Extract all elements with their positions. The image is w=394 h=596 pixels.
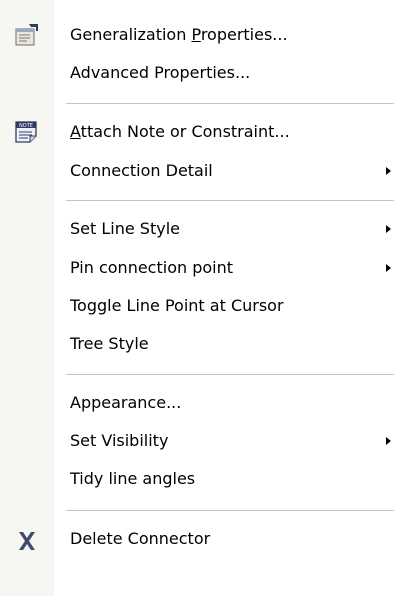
menu-item-set-visibility[interactable]: Set Visibility [0,423,394,459]
menu-item-pin-connection-point[interactable]: Pin connection point [0,250,394,286]
menu-item-label: Delete Connector [70,529,211,548]
menu-item-label: Connection Detail [70,161,213,180]
menu-item-label: Advanced Properties... [70,63,251,82]
menu-item-tidy-line-angles[interactable]: Tidy line angles [0,461,394,497]
note-icon: NOTE [14,120,40,144]
menu-item-generalization-properties[interactable]: Generalization Properties... [0,17,394,53]
menu-item-label: Pin connection point [70,258,234,277]
submenu-arrow-icon [386,167,391,175]
submenu-arrow-icon [386,437,391,445]
menu-item-appearance[interactable]: Appearance... [0,385,394,421]
menu-separator [66,374,394,376]
mnemonic-prefix: Generalization [70,25,192,44]
delete-x-icon [14,529,40,553]
menu-item-delete-connector[interactable]: Delete Connector [0,521,394,557]
menu-item-label: Set Line Style [70,219,180,238]
menu-item-label: Tidy line angles [70,469,196,488]
menu-separator [66,510,394,512]
menu-item-label: Generalization Properties... [70,17,288,53]
menu-item-label: Appearance... [70,393,182,412]
menu-item-tree-style[interactable]: Tree Style [0,326,394,362]
menu-item-advanced-properties[interactable]: Advanced Properties... [0,55,394,91]
mnemonic-suffix: roperties... [200,25,288,44]
menu-item-set-line-style[interactable]: Set Line Style [0,211,394,247]
menu-item-attach-note[interactable]: NOTE Attach Note or Constraint... [0,114,394,150]
menu-item-label: Toggle Line Point at Cursor [70,296,284,315]
menu-item-connection-detail[interactable]: Connection Detail [0,153,394,189]
menu-separator [66,103,394,105]
mnemonic-suffix: ttach Note or Constraint... [80,122,290,141]
submenu-arrow-icon [386,264,391,272]
properties-icon [14,23,40,47]
mnemonic-letter: A [70,122,81,141]
context-menu: Generalization Properties... Advanced Pr… [0,0,394,596]
svg-text:NOTE: NOTE [19,123,33,129]
menu-item-label: Set Visibility [70,431,169,450]
submenu-arrow-icon [386,225,391,233]
menu-item-label: Tree Style [70,334,149,353]
mnemonic-letter: P [191,25,201,44]
menu-item-label: Attach Note or Constraint... [70,114,290,150]
menu-item-toggle-line-point[interactable]: Toggle Line Point at Cursor [0,288,394,324]
menu-separator [66,200,394,202]
